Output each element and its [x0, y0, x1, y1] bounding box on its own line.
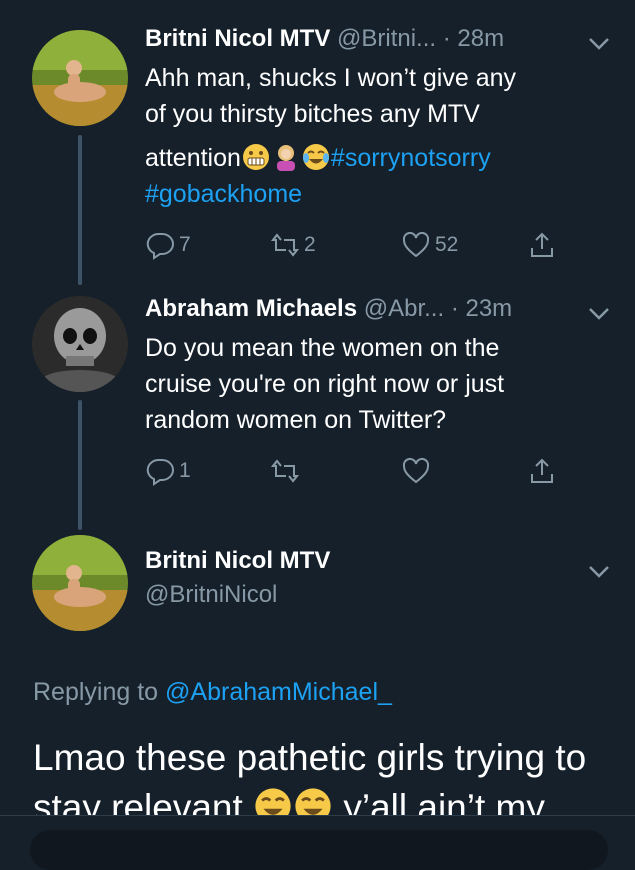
tweet-time: · 23m	[450, 295, 513, 322]
author-handle[interactable]: @Britni...	[337, 25, 436, 52]
avatar[interactable]	[32, 30, 128, 126]
avatar[interactable]	[32, 535, 128, 631]
like-button[interactable]: 52	[401, 230, 458, 260]
tweet-line: Ahh man, shucks I won’t give any	[145, 64, 517, 92]
tweet-line: attention #sorrynotsorry	[145, 140, 605, 176]
share-icon	[531, 458, 553, 483]
chevron-down-icon[interactable]	[587, 32, 611, 58]
tweet-header: Britni Nicol MTV @Britni... · 28m	[145, 25, 504, 53]
tweet-line: random women on Twitter?	[145, 406, 447, 434]
retweet-icon	[270, 233, 300, 257]
author-name[interactable]: Britni Nicol MTV	[145, 547, 330, 575]
reply-button[interactable]: 1	[145, 456, 191, 486]
like-icon	[402, 231, 430, 258]
hashtag-link[interactable]: #gobackhome	[145, 180, 302, 208]
chevron-down-icon[interactable]	[587, 560, 611, 586]
retweet-button[interactable]	[270, 456, 300, 486]
tweet-time: · 28m	[442, 25, 505, 52]
like-icon	[402, 457, 430, 484]
replying-to-handle[interactable]: @AbrahamMichael_	[165, 678, 392, 706]
hashtag-link[interactable]: #sorrynotsorry	[331, 144, 491, 172]
replying-to-label: Replying to	[33, 678, 159, 706]
grimacing-face-icon	[242, 144, 269, 170]
replying-to: Replying to @AbrahamMichael_	[33, 678, 392, 707]
share-button[interactable]	[527, 456, 557, 486]
tweet-line: #gobackhome	[145, 176, 605, 212]
reply-button[interactable]: 7	[145, 230, 191, 260]
tweet-text-segment: attention	[145, 144, 241, 172]
reply-compose-field[interactable]	[30, 830, 608, 870]
retweet-button[interactable]: 2	[270, 230, 316, 260]
author-name[interactable]: Britni Nicol MTV	[145, 25, 330, 52]
author-name[interactable]: Abraham Michaels	[145, 295, 357, 322]
tweet-text: Ahh man, shucks I won’t give any of you …	[145, 60, 605, 212]
face-with-tears-of-joy-icon	[302, 144, 329, 170]
tweet-line: Do you mean the women on the	[145, 334, 500, 362]
reply-icon	[146, 233, 174, 260]
share-button[interactable]	[527, 230, 557, 260]
avatar[interactable]	[32, 296, 128, 392]
woman-tipping-hand-icon	[276, 145, 295, 171]
author-handle[interactable]: @BritniNicol	[145, 581, 330, 609]
thread-line	[78, 400, 82, 530]
reply-count: 1	[179, 459, 191, 482]
tweet-header: Abraham Michaels @Abr... · 23m	[145, 295, 512, 323]
author-handle[interactable]: @Abr...	[364, 295, 444, 322]
retweet-icon	[270, 459, 300, 483]
reply-count: 7	[179, 233, 191, 256]
retweet-count: 2	[304, 233, 316, 256]
tweet-line: cruise you're on right now or just	[145, 370, 505, 398]
tweet-actions: 1	[145, 456, 585, 496]
tweet-line: Lmao these pathetic girls trying to	[33, 737, 587, 778]
like-button[interactable]	[401, 456, 431, 486]
chevron-down-icon[interactable]	[587, 302, 611, 328]
tweet-actions: 7 2 52	[145, 230, 585, 270]
tweet-text: Do you mean the women on the cruise you'…	[145, 330, 605, 438]
thread-line	[78, 135, 82, 285]
share-icon	[531, 232, 553, 257]
main-tweet-author: Britni Nicol MTV @BritniNicol	[145, 547, 330, 609]
reply-icon	[146, 459, 174, 486]
like-count: 52	[435, 233, 459, 256]
tweet-line: of you thirsty bitches any MTV	[145, 100, 480, 128]
